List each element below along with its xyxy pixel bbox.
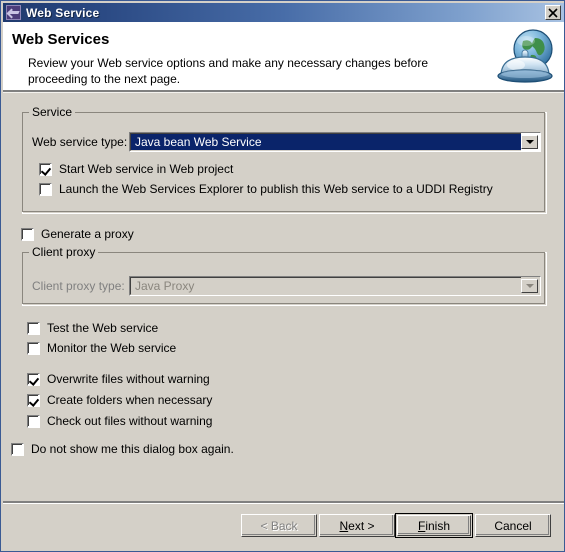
checkbox-label: Create folders when necessary	[47, 393, 213, 407]
checkbox-label: Overwrite files without warning	[47, 372, 210, 386]
dialog-header: Web Services Review your Web service opt…	[3, 22, 564, 90]
client-proxy-type-dropdown[interactable]: Java Proxy	[129, 276, 541, 296]
checkbox-label: Test the Web service	[47, 321, 159, 335]
checkbox-launch-explorer[interactable]: Launch the Web Services Explorer to publ…	[39, 182, 493, 196]
page-description: Review your Web service options and make…	[28, 56, 428, 86]
checkbox-indicator[interactable]	[27, 341, 40, 355]
client-proxy-type-label: Client proxy type:	[32, 279, 125, 293]
chevron-down-icon[interactable]	[521, 135, 538, 149]
checkbox-indicator[interactable]	[39, 162, 52, 176]
checkbox-label: Start Web service in Web project	[59, 162, 234, 176]
client-proxy-type-value: Java Proxy	[135, 279, 195, 293]
checkbox-do-not-show-again[interactable]: Do not show me this dialog box again.	[11, 442, 234, 456]
header-separator	[3, 90, 564, 93]
checkbox-label: Launch the Web Services Explorer to publ…	[59, 182, 493, 196]
checkbox-indicator[interactable]	[11, 442, 24, 456]
next-button-mnemonic: N	[339, 518, 349, 533]
checkbox-check-out-files[interactable]: Check out files without warning	[27, 414, 212, 428]
checkbox-indicator[interactable]	[27, 372, 40, 386]
checkbox-generate-proxy[interactable]: Generate a proxy	[21, 227, 134, 241]
checkbox-label: Monitor the Web service	[47, 341, 177, 355]
checkbox-test-web-service[interactable]: Test the Web service	[27, 321, 158, 335]
next-button[interactable]: Next >	[319, 514, 395, 537]
close-icon[interactable]	[545, 5, 561, 20]
checkbox-create-folders[interactable]: Create folders when necessary	[27, 393, 212, 407]
footer-separator	[3, 501, 564, 504]
service-group-legend: Service	[29, 105, 76, 119]
next-button-text: ext >	[348, 518, 375, 533]
title-bar[interactable]: Web Service	[3, 3, 564, 22]
page-title: Web Services	[12, 31, 110, 48]
checkbox-indicator[interactable]	[27, 393, 40, 407]
checkbox-monitor-web-service[interactable]: Monitor the Web service	[27, 341, 176, 355]
globe-service-bell-icon	[491, 24, 559, 87]
web-service-dialog: Web Service Web Services Review your Web…	[0, 0, 565, 552]
web-service-icon	[6, 5, 21, 20]
checkbox-indicator[interactable]	[39, 182, 52, 196]
web-service-type-value: Java bean Web Service	[135, 135, 262, 149]
checkbox-indicator[interactable]	[27, 321, 40, 335]
checkbox-label: Check out files without warning	[47, 414, 213, 428]
client-proxy-group-legend: Client proxy	[29, 245, 99, 259]
checkbox-overwrite-files[interactable]: Overwrite files without warning	[27, 372, 210, 386]
chevron-down-icon[interactable]	[521, 279, 538, 293]
cancel-button-label: Cancel	[494, 518, 532, 533]
finish-button-text: inish	[425, 518, 451, 533]
back-button[interactable]: < Back	[241, 514, 317, 537]
finish-button-label: Finish	[418, 519, 450, 533]
window-title: Web Service	[26, 5, 100, 20]
finish-button[interactable]: Finish	[395, 513, 473, 538]
next-button-label: Next >	[339, 519, 374, 533]
cancel-button[interactable]: Cancel	[475, 514, 551, 537]
checkbox-label: Do not show me this dialog box again.	[31, 442, 234, 456]
web-service-type-label: Web service type:	[32, 135, 128, 149]
checkbox-indicator[interactable]	[27, 414, 40, 428]
checkbox-label: Generate a proxy	[41, 227, 134, 241]
back-button-label: < Back	[260, 518, 298, 533]
checkbox-start-web-service[interactable]: Start Web service in Web project	[39, 162, 233, 176]
web-service-type-dropdown[interactable]: Java bean Web Service	[129, 132, 541, 152]
checkbox-indicator[interactable]	[21, 227, 34, 241]
